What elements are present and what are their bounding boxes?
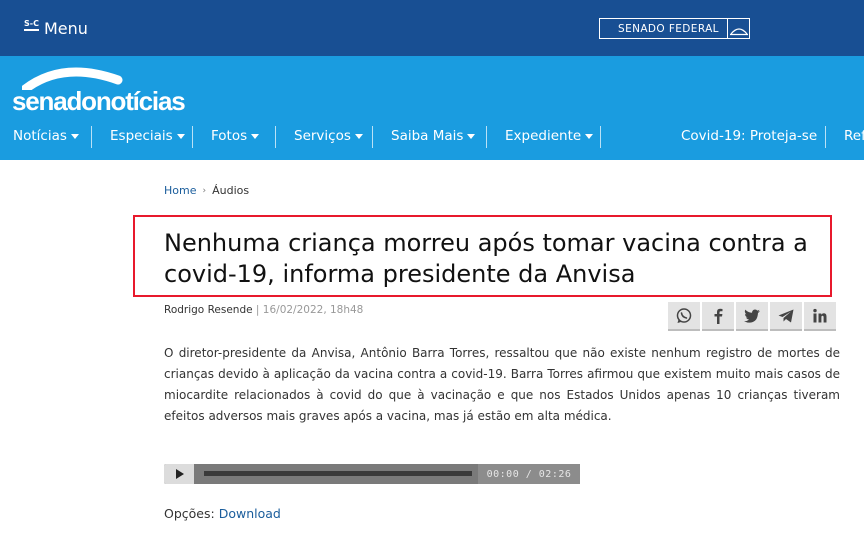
senado-comunicacao-logo: S-C xyxy=(24,18,39,31)
caret-down-icon xyxy=(585,133,594,139)
facebook-icon xyxy=(714,308,723,324)
main-nav: Notícias Especiais Fotos Serviços Saiba … xyxy=(0,124,864,150)
nav-expediente-label: Expediente xyxy=(505,128,582,144)
twitter-icon xyxy=(744,309,760,323)
nav-ref-label: Ref xyxy=(844,128,864,144)
breadcrumb-home[interactable]: Home xyxy=(164,184,196,197)
byline-separator: | xyxy=(252,304,263,316)
nav-saiba-mais-label: Saiba Mais xyxy=(391,128,464,144)
audio-time: 00:00 / 02:26 xyxy=(478,464,580,484)
site-header: senadonotícias Notícias Especiais Fotos … xyxy=(0,56,864,160)
senado-noticias-logo[interactable]: senadonotícias xyxy=(12,66,217,116)
senado-federal-link[interactable]: SENADO FEDERAL xyxy=(599,18,750,39)
share-twitter-button[interactable] xyxy=(736,302,768,331)
caret-down-icon xyxy=(354,133,363,139)
article-date: 16/02/2022, 18h48 xyxy=(262,304,364,316)
sc-logo-text: S-C xyxy=(24,18,39,28)
menu-button[interactable]: S-C Menu xyxy=(24,19,88,38)
article-body: O diretor-presidente da Anvisa, Antônio … xyxy=(164,346,840,423)
nav-servicos[interactable]: Serviços xyxy=(294,128,363,144)
nav-divider xyxy=(486,126,487,148)
nav-especiais-label: Especiais xyxy=(110,128,173,144)
nav-covid-label: Covid-19: Proteja-se xyxy=(681,128,818,144)
audio-progress-track[interactable] xyxy=(204,471,472,476)
share-linkedin-button[interactable] xyxy=(804,302,836,331)
nav-especiais[interactable]: Especiais xyxy=(110,128,185,144)
nav-noticias[interactable]: Notícias xyxy=(13,128,79,144)
nav-fotos-label: Fotos xyxy=(211,128,248,144)
nav-expediente[interactable]: Expediente xyxy=(505,128,594,144)
breadcrumb: Home › Áudios xyxy=(164,184,249,197)
linkedin-icon xyxy=(813,308,827,322)
nav-ref[interactable]: Ref xyxy=(844,128,864,144)
whatsapp-icon xyxy=(676,307,692,323)
nav-fotos[interactable]: Fotos xyxy=(211,128,260,144)
nav-divider xyxy=(600,126,601,148)
share-whatsapp-button[interactable] xyxy=(668,302,700,331)
nav-servicos-label: Serviços xyxy=(294,128,351,144)
audio-player: 00:00 / 02:26 xyxy=(164,464,580,484)
share-telegram-button[interactable] xyxy=(770,302,802,331)
breadcrumb-current: Áudios xyxy=(212,184,250,197)
play-button[interactable] xyxy=(164,464,194,484)
article-author: Rodrigo Resende xyxy=(164,304,253,316)
senado-federal-label: SENADO FEDERAL xyxy=(618,22,719,35)
nav-divider xyxy=(275,126,276,148)
nav-noticias-label: Notícias xyxy=(13,128,67,144)
congress-dome-icon xyxy=(727,19,749,38)
share-bar xyxy=(668,302,836,331)
nav-saiba-mais[interactable]: Saiba Mais xyxy=(391,128,476,144)
options-label: Opções: xyxy=(164,506,215,521)
download-link[interactable]: Download xyxy=(219,506,281,521)
menu-label: Menu xyxy=(44,19,88,38)
telegram-icon xyxy=(778,309,794,322)
caret-down-icon xyxy=(467,133,476,139)
breadcrumb-separator: › xyxy=(202,185,207,196)
nav-divider xyxy=(825,126,826,148)
caret-down-icon xyxy=(251,133,260,139)
nav-covid[interactable]: Covid-19: Proteja-se xyxy=(681,128,817,144)
top-bar: S-C Menu SENADO FEDERAL xyxy=(0,0,864,56)
article-title: Nenhuma criança morreu após tomar vacina… xyxy=(164,229,808,288)
article-byline: Rodrigo Resende | 16/02/2022, 18h48 xyxy=(164,304,363,316)
nav-divider xyxy=(192,126,193,148)
play-icon xyxy=(176,469,184,479)
options-row: Opções: Download xyxy=(164,506,281,521)
share-facebook-button[interactable] xyxy=(702,302,734,331)
nav-divider xyxy=(372,126,373,148)
logo-text: senadonotícias xyxy=(12,86,186,116)
nav-divider xyxy=(91,126,92,148)
caret-down-icon xyxy=(70,133,79,139)
caret-down-icon xyxy=(176,133,185,139)
